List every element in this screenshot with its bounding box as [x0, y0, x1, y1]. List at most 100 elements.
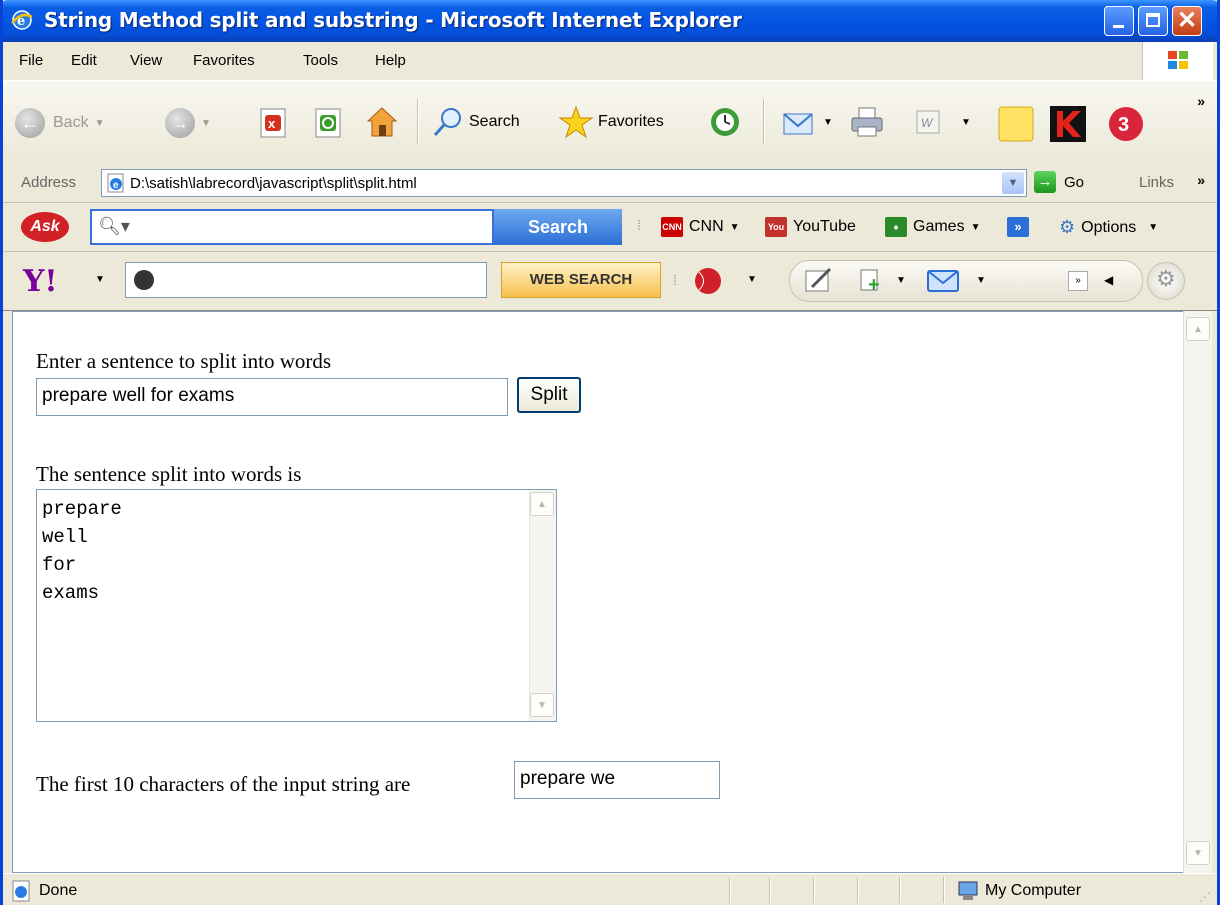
menu-file[interactable]: File: [19, 52, 43, 69]
favorites-button[interactable]: Favorites: [558, 105, 664, 139]
options-button[interactable]: ⚙ Options ▼: [1059, 217, 1158, 238]
more-buttons-icon[interactable]: »: [1068, 271, 1088, 291]
maximize-icon: [1146, 13, 1160, 27]
home-icon: [366, 107, 398, 137]
menu-favorites[interactable]: Favorites: [193, 52, 255, 69]
address-bar: Address e D:\satish\labrecord\javascript…: [3, 164, 1217, 203]
scroll-up-icon[interactable]: ▲: [1186, 317, 1210, 341]
textarea-scrollbar[interactable]: ▲ ▼: [529, 490, 556, 721]
ask-logo[interactable]: Ask: [21, 212, 69, 242]
links-button[interactable]: Links: [1139, 174, 1174, 191]
mail-dropdown-icon[interactable]: ▼: [976, 275, 986, 286]
split-button[interactable]: Split: [517, 377, 581, 413]
refresh-button[interactable]: [313, 107, 343, 139]
window-title: String Method split and substring - Micr…: [44, 8, 742, 32]
scroll-up-icon[interactable]: ▲: [530, 492, 554, 516]
edit-dropdown-icon[interactable]: ▼: [961, 117, 971, 128]
minimize-button[interactable]: [1104, 6, 1134, 36]
svg-text:x: x: [268, 116, 276, 131]
home-button[interactable]: [365, 105, 399, 139]
menu-view[interactable]: View: [130, 52, 162, 69]
menu-edit[interactable]: Edit: [71, 52, 97, 69]
maximize-button[interactable]: [1138, 6, 1168, 36]
games-link[interactable]: ♠ Games ▼: [885, 217, 980, 237]
page-scrollbar[interactable]: ▲ ▼: [1183, 311, 1212, 873]
more-chevron-icon[interactable]: »: [1007, 217, 1029, 237]
status-bar: Done My Computer ⋰: [3, 873, 1217, 905]
yahoo-dropdown-icon[interactable]: ▼: [95, 274, 105, 285]
printer-icon: [851, 107, 883, 137]
web-search-button[interactable]: WEB SEARCH: [501, 262, 661, 298]
print-button[interactable]: [849, 105, 885, 139]
favorites-label: Favorites: [598, 113, 664, 130]
ask-search-dropdown-icon[interactable]: 🔍︎▾: [98, 216, 130, 237]
search-button[interactable]: Search: [431, 105, 520, 139]
svg-text:e: e: [113, 180, 119, 191]
bookmark-dropdown-icon[interactable]: ▼: [896, 275, 906, 286]
security-zone: My Computer: [957, 880, 1081, 902]
bookmark-add-icon[interactable]: +: [858, 267, 886, 295]
pencil-note-icon[interactable]: [804, 267, 834, 295]
games-dropdown-icon[interactable]: ▼: [971, 222, 981, 233]
yahoo-logo[interactable]: Y!: [23, 264, 58, 299]
history-button[interactable]: [707, 105, 743, 139]
sentence-input[interactable]: prepare well for exams: [36, 378, 508, 416]
youtube-icon: You: [765, 217, 787, 237]
addon-button[interactable]: 3: [1107, 105, 1145, 143]
refresh-icon: [315, 108, 341, 138]
scroll-left-icon[interactable]: ◀: [1104, 273, 1113, 287]
options-dropdown-icon[interactable]: ▼: [1148, 222, 1158, 233]
cnn-dropdown-icon[interactable]: ▼: [730, 222, 740, 233]
toolbar-chevron-icon[interactable]: »: [1197, 93, 1205, 109]
menu-help[interactable]: Help: [375, 52, 406, 69]
close-icon: ✕: [1176, 7, 1198, 34]
toolbar-grip-icon: ⁞: [673, 272, 677, 288]
kaspersky-button[interactable]: [1049, 105, 1087, 143]
stop-button[interactable]: x: [258, 107, 288, 139]
back-button[interactable]: ← Back ▼: [15, 108, 104, 138]
back-arrow-icon: ←: [15, 108, 45, 138]
ask-toolbar: Ask 🔍︎▾ Search ⁞ CNN CNN ▼ You YouTube ♠…: [3, 203, 1217, 252]
go-button[interactable]: → Go: [1034, 171, 1084, 193]
windows-flag-icon: [1168, 51, 1188, 69]
toolbar-separator: [763, 99, 765, 145]
resize-grip-icon[interactable]: ⋰: [1199, 890, 1211, 904]
ask-search-input[interactable]: 🔍︎▾: [90, 209, 494, 245]
forward-dropdown-icon[interactable]: ▼: [201, 118, 211, 129]
back-dropdown-icon[interactable]: ▼: [95, 118, 105, 129]
options-label: Options: [1081, 218, 1137, 236]
edit-button[interactable]: W ▼: [915, 109, 971, 135]
yahoo-search-input[interactable]: [125, 262, 487, 298]
title-bar[interactable]: e String Method split and substring - Mi…: [3, 0, 1217, 42]
go-arrow-icon: →: [1034, 171, 1056, 193]
status-text: Done: [39, 882, 78, 899]
notes-button[interactable]: [997, 105, 1035, 143]
address-field[interactable]: e D:\satish\labrecord\javascript\split\s…: [101, 169, 1027, 197]
substring-output[interactable]: prepare we: [514, 761, 720, 799]
status-divider: [899, 877, 901, 903]
ask-search-button[interactable]: Search: [494, 209, 622, 245]
back-label: Back: [53, 114, 89, 131]
youtube-link[interactable]: You YouTube: [765, 217, 856, 237]
close-button[interactable]: ✕: [1172, 6, 1202, 36]
mail-button[interactable]: ▼: [781, 105, 833, 139]
scroll-down-icon[interactable]: ▼: [530, 693, 554, 717]
scroll-down-icon[interactable]: ▼: [1186, 841, 1210, 865]
yahoo-settings-button[interactable]: ⚙: [1147, 262, 1185, 300]
sticky-note-icon: [998, 106, 1034, 142]
page-done-icon: [12, 880, 30, 902]
mail-dropdown-icon[interactable]: ▼: [823, 117, 833, 128]
menu-bar: File Edit View Favorites Tools Help: [3, 42, 1217, 81]
forward-button[interactable]: → ▼: [165, 108, 211, 138]
yahoo-button-group: + ▼ ▼ » ◀: [789, 260, 1143, 302]
address-dropdown-icon[interactable]: ▼: [1002, 172, 1024, 194]
words-textarea[interactable]: prepare well for exams ▲ ▼: [36, 489, 557, 722]
result-label: The sentence split into words is: [36, 462, 302, 486]
menu-tools[interactable]: Tools: [303, 52, 338, 69]
links-chevron-icon[interactable]: »: [1197, 172, 1205, 188]
cricket-ball-icon[interactable]: [691, 266, 725, 296]
cnn-link[interactable]: CNN CNN ▼: [661, 217, 740, 237]
cricket-dropdown-icon[interactable]: ▼: [747, 274, 757, 285]
toolbar-separator: [417, 99, 419, 145]
yahoo-mail-icon[interactable]: [926, 267, 960, 295]
